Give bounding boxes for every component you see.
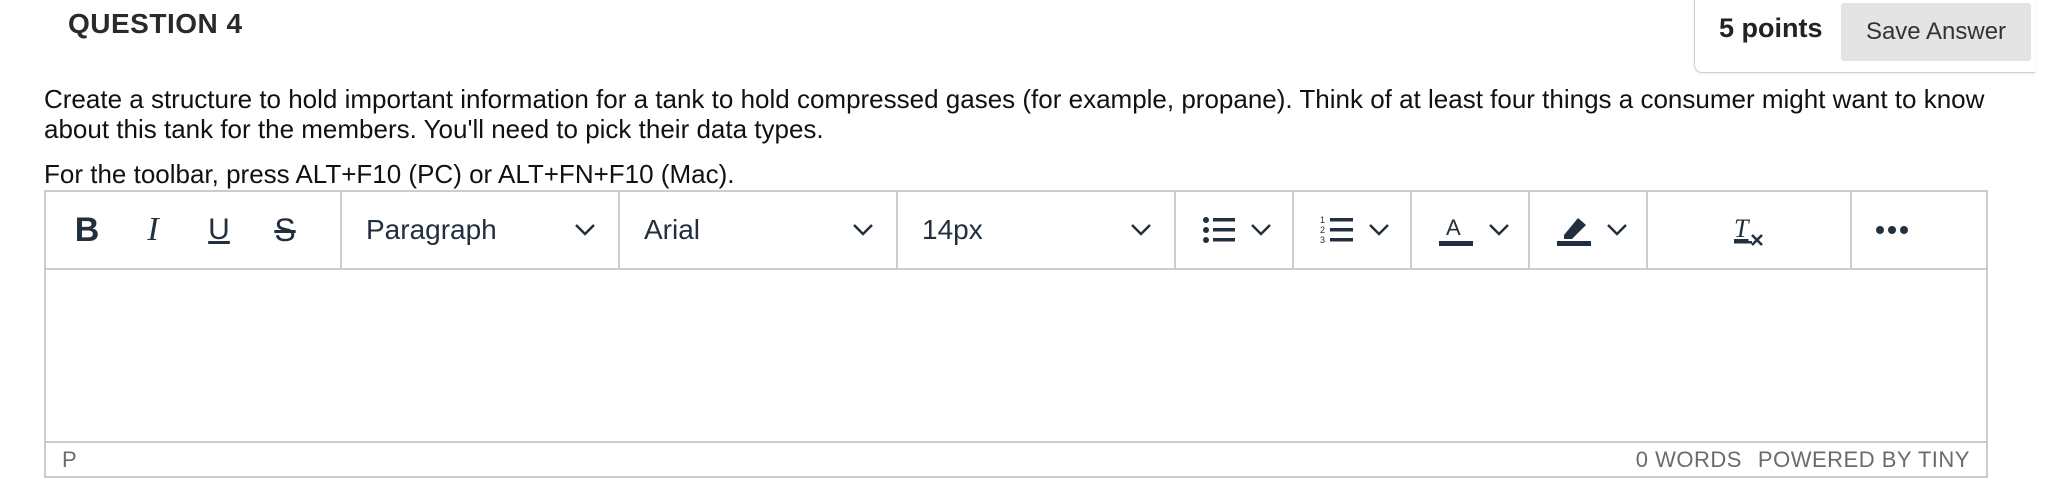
italic-button[interactable]: I xyxy=(120,192,186,268)
editor-statusbar: P 0 WORDS POWERED BY TINY xyxy=(46,443,1986,476)
save-answer-button[interactable]: Save Answer xyxy=(1841,3,2031,61)
text-color-group: A xyxy=(1412,192,1530,268)
more-group xyxy=(1852,192,1932,268)
chevron-down-icon xyxy=(575,224,595,236)
numbered-list-group: 1 2 3 xyxy=(1294,192,1412,268)
highlight-button[interactable] xyxy=(1530,192,1644,268)
text-color-button[interactable]: A xyxy=(1412,192,1526,268)
toolbar-hint: For the toolbar, press ALT+F10 (PC) or A… xyxy=(44,159,735,189)
svg-text:1: 1 xyxy=(1320,215,1325,225)
element-path[interactable]: P xyxy=(62,447,77,473)
svg-text:2: 2 xyxy=(1320,225,1325,235)
clear-formatting-button[interactable]: T xyxy=(1716,192,1782,268)
chevron-down-icon xyxy=(1607,224,1627,236)
bullet-list-button[interactable] xyxy=(1176,192,1288,268)
chevron-down-icon xyxy=(853,224,873,236)
chevron-down-icon xyxy=(1131,224,1151,236)
text-style-group: B I U S xyxy=(46,192,342,268)
text-color-icon: A xyxy=(1439,215,1473,246)
question-text: Create a structure to hold important inf… xyxy=(44,84,1985,144)
font-family-value: Arial xyxy=(644,214,701,245)
editor-toolbar: B I U S Paragraph Arial 14px 1 2 3 A T xyxy=(46,192,1986,270)
more-button[interactable] xyxy=(1859,192,1925,268)
highlight-group xyxy=(1530,192,1648,268)
points-label: 5 points xyxy=(1719,13,1823,43)
svg-text:T: T xyxy=(1734,214,1750,243)
question-title: QUESTION 4 xyxy=(68,8,243,39)
svg-text:A: A xyxy=(1446,215,1461,240)
editor-content-area[interactable] xyxy=(46,270,1986,443)
highlight-icon xyxy=(1557,218,1591,246)
clear-formatting-icon: T xyxy=(1734,214,1763,246)
chevron-down-icon xyxy=(1489,224,1509,236)
svg-text:3: 3 xyxy=(1320,235,1325,245)
bullet-list-group xyxy=(1176,192,1294,268)
font-size-value: 14px xyxy=(922,214,983,245)
word-count[interactable]: 0 WORDS xyxy=(1636,447,1742,473)
strikethrough-icon: S xyxy=(274,211,296,248)
font-size-select[interactable]: 14px xyxy=(898,192,1174,268)
font-family-group: Arial xyxy=(620,192,898,268)
numbered-list-icon: 1 2 3 xyxy=(1320,215,1353,245)
more-icon xyxy=(1876,226,1908,234)
chevron-down-icon xyxy=(1369,224,1389,236)
bold-button[interactable]: B xyxy=(54,192,120,268)
block-format-select[interactable]: Paragraph xyxy=(342,192,618,268)
strikethrough-button[interactable]: S xyxy=(252,192,318,268)
font-family-select[interactable]: Arial xyxy=(620,192,896,268)
clear-format-group: T xyxy=(1648,192,1852,268)
underline-icon: U xyxy=(208,213,230,246)
underline-button[interactable]: U xyxy=(186,192,252,268)
chevron-down-icon xyxy=(1251,224,1271,236)
powered-by-link[interactable]: POWERED BY TINY xyxy=(1758,447,1970,473)
block-format-value: Paragraph xyxy=(366,214,497,245)
question-page: QUESTION 4 5 points Save Answer Create a… xyxy=(0,0,2050,502)
rich-text-editor: B I U S Paragraph Arial 14px 1 2 3 A T P… xyxy=(44,190,1988,478)
bullet-list-icon xyxy=(1203,217,1235,243)
italic-icon: I xyxy=(147,211,159,248)
numbered-list-button[interactable]: 1 2 3 xyxy=(1294,192,1406,268)
font-size-group: 14px xyxy=(898,192,1176,268)
block-format-group: Paragraph xyxy=(342,192,620,268)
bold-icon: B xyxy=(74,210,100,249)
